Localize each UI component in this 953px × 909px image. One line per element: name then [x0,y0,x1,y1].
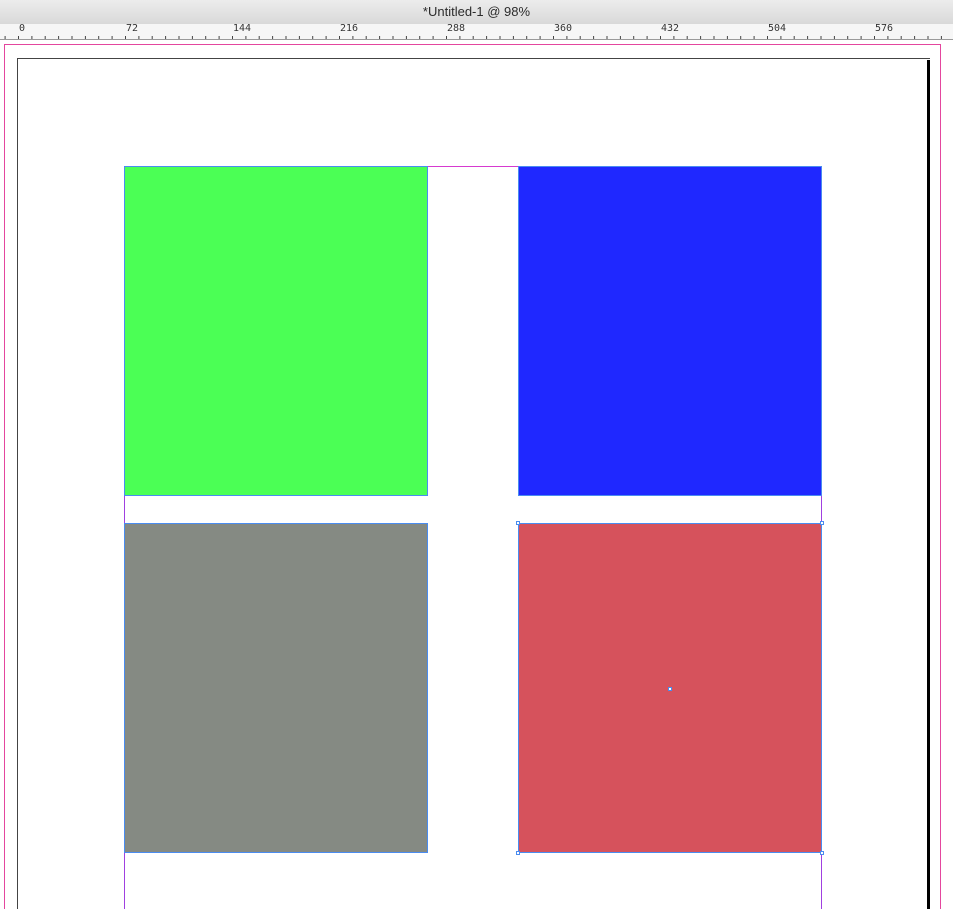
document-window: *Untitled-1 @ 98% 0 72 144 216 288 360 4… [0,0,953,909]
selection-center-point[interactable] [668,687,672,691]
green-rectangle-frame[interactable] [124,166,428,496]
ruler-label-288: 288 [447,23,466,34]
selection-handle-bottom-right[interactable] [820,851,824,855]
blue-rectangle-frame[interactable] [518,166,822,496]
ruler-label-216: 216 [340,23,359,34]
ruler-ticks [4,36,942,39]
document-title: *Untitled-1 @ 98% [422,4,531,19]
selection-handle-top-right[interactable] [820,521,824,525]
ruler-label-72: 72 [126,23,139,34]
ruler-label-504: 504 [768,23,787,34]
selection-handle-top-left[interactable] [516,521,520,525]
ruler-label-432: 432 [661,23,680,34]
selection-handle-bottom-left[interactable] [516,851,520,855]
ruler-label-360: 360 [554,23,573,34]
ruler-label-576: 576 [875,23,894,34]
horizontal-ruler[interactable]: 0 72 144 216 288 360 432 504 576 [0,23,953,40]
ruler-label-144: 144 [233,23,252,34]
ruler-label-0: 0 [19,23,26,34]
page-shadow [927,60,930,909]
window-title-bar[interactable]: *Untitled-1 @ 98% [0,0,953,25]
gray-rectangle-frame[interactable] [124,523,428,853]
